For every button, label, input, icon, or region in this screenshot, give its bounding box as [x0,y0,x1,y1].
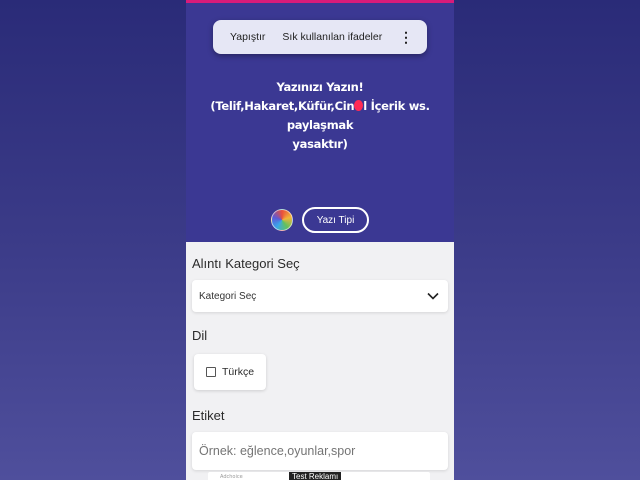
language-option-label: Türkçe [222,366,255,378]
language-label: Dil [192,328,208,343]
editor-line-2-start: (Telif,Hakaret,Küfür,Cin [210,99,355,113]
tag-input[interactable] [192,432,448,470]
style-controls: Yazı Tipi [186,207,454,233]
test-ad-label: Test Reklamı [289,472,342,480]
quote-form: Alıntı Kategori Seç Kategori Seç Dil Tür… [186,242,454,480]
color-picker-icon[interactable] [270,209,293,231]
text-context-menu: Yapıştır Sık kullanılan ifadeler ⋮ [213,20,427,54]
turkish-checkbox[interactable] [206,367,216,377]
quote-text-editor[interactable]: Yazınızı Yazın! (Telif,Hakaret,Küfür,Cin… [186,78,454,154]
paste-menu-item[interactable]: Yapıştır [213,31,265,43]
category-select-value: Kategori Seç [199,290,257,302]
text-cursor-handle[interactable] [354,100,364,111]
more-vertical-icon[interactable]: ⋮ [399,30,413,44]
editor-line-1: Yazınızı Yazın! [276,80,364,94]
frequent-phrases-menu-item[interactable]: Sık kullanılan ifadeler [265,31,382,43]
font-button[interactable]: Yazı Tipi [301,207,370,233]
top-accent-bar [186,0,454,3]
tag-label: Etiket [192,408,225,423]
ad-choice-text: Adchoice [220,474,243,480]
editor-line-3: yasaktır) [292,137,348,151]
category-select[interactable]: Kategori Seç [192,280,448,312]
category-label: Alıntı Kategori Seç [192,256,300,271]
language-option-turkish[interactable]: Türkçe [194,354,266,390]
chevron-down-icon [427,292,439,300]
phone-screen: Yapıştır Sık kullanılan ifadeler ⋮ Yazın… [186,0,454,480]
